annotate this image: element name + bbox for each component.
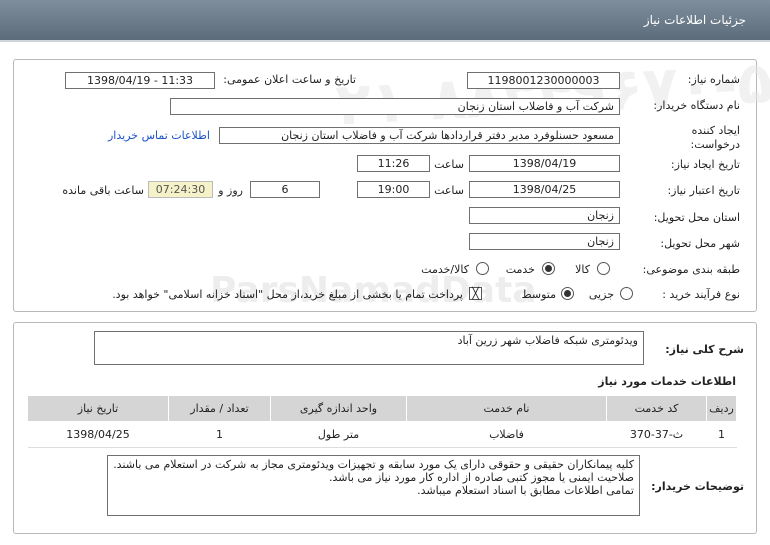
cell-service-code: ث-37-370 (606, 421, 707, 448)
remaining-time-label: ساعت باقی مانده (62, 184, 144, 197)
window-titlebar: جزئیات اطلاعات نیاز (0, 0, 770, 42)
window-title: جزئیات اطلاعات نیاز (643, 13, 746, 27)
col-service-code: کد خدمت (606, 395, 707, 422)
treasury-payment-note: پرداخت تمام یا بخشی از مبلغ خرید،از محل … (112, 288, 463, 301)
buyer-note-line-1: کلیه پیمانکاران حقیقی و حقوقی دارای یک م… (113, 458, 634, 471)
need-number-label: شماره نیاز: (687, 73, 740, 86)
valid-date-field: 1398/04/25 (469, 181, 620, 198)
treasury-payment-checkbox[interactable]: ╳ (469, 287, 482, 300)
buyer-note-line-2: صلاحیت ایمنی یا مجوز کتبی صادره از اداره… (328, 471, 634, 484)
days-label: روز و (218, 184, 243, 197)
province-field: زنجان (469, 207, 620, 224)
process-radio-medium[interactable] (561, 287, 574, 300)
announce-label: تاریخ و ساعت اعلان عمومی: (223, 73, 356, 86)
buyer-notes-box: کلیه پیمانکاران حقیقی و حقوقی دارای یک م… (107, 455, 640, 516)
contact-buyer-link[interactable]: اطلاعات تماس خریدار (108, 129, 210, 142)
summary-field: ویدئومتری شبکه فاضلاب شهر زرین آباد (94, 331, 644, 365)
category-label: طبقه بندی موضوعی: (642, 263, 740, 276)
services-heading: اطلاعات خدمات مورد نیاز (598, 375, 736, 388)
category-radio-goods-service[interactable] (476, 262, 489, 275)
cell-service-name: فاضلاب (406, 421, 607, 448)
city-field: زنجان (469, 233, 620, 250)
province-label: استان محل تحویل: (653, 211, 740, 224)
create-time-field: 11:26 (357, 155, 430, 172)
services-table-header: ردیف کد خدمت نام خدمت واحد اندازه گیری ت… (27, 395, 737, 422)
buyer-field: شرکت آب و فاضلاب استان زنجان (170, 98, 620, 115)
category-radio-service[interactable] (542, 262, 555, 275)
process-option-medium: متوسط (521, 288, 556, 301)
summary-label: شرح کلی نیاز: (665, 343, 744, 356)
cell-quantity: 1 (168, 421, 271, 448)
category-option-goods: کالا (575, 263, 590, 276)
buyer-label: نام دستگاه خریدار: (653, 99, 740, 112)
city-label: شهر محل تحویل: (660, 237, 740, 250)
remaining-days-field: 6 (250, 181, 320, 198)
services-table: ردیف کد خدمت نام خدمت واحد اندازه گیری ت… (27, 395, 737, 448)
buyer-notes-label: توضیحات خریدار: (651, 480, 744, 493)
buyer-note-line-3: تمامی اطلاعات مطابق با اسناد استعلام میب… (417, 484, 634, 497)
process-radio-minor[interactable] (620, 287, 633, 300)
valid-date-label: تاریخ اعتبار نیاز: (667, 184, 740, 197)
category-option-service: خدمت (505, 263, 535, 276)
creator-field: مسعود حسنلوفرد مدیر دفتر قراردادها شرکت … (219, 127, 620, 144)
announce-field: 1398/04/19 - 11:33 (65, 72, 215, 89)
valid-time-field: 19:00 (357, 181, 430, 198)
col-quantity: تعداد / مقدار (168, 395, 271, 422)
creator-label: ایجاد کننده درخواست: (690, 124, 740, 151)
col-row: ردیف (706, 395, 737, 422)
valid-hour-label: ساعت (434, 184, 464, 197)
process-option-minor: جزیی (588, 288, 614, 301)
category-option-goods-service: کالا/خدمت (421, 263, 469, 276)
col-need-date: تاریخ نیاز (27, 395, 169, 422)
need-number-field: 1198001230000003 (467, 72, 620, 89)
cell-unit: متر طول (270, 421, 407, 448)
remaining-time-field: 07:24:30 (148, 181, 213, 198)
col-unit: واحد اندازه گیری (270, 395, 407, 422)
col-service-name: نام خدمت (406, 395, 607, 422)
create-date-field: 1398/04/19 (469, 155, 620, 172)
create-hour-label: ساعت (434, 158, 464, 171)
table-row: 1 ث-37-370 فاضلاب متر طول 1 1398/04/25 (27, 421, 737, 448)
process-label: نوع فرآیند خرید : (662, 288, 740, 301)
cell-need-date: 1398/04/25 (27, 421, 169, 448)
category-radio-goods[interactable] (597, 262, 610, 275)
create-date-label: تاریخ ایجاد نیاز: (670, 158, 740, 171)
cell-row: 1 (706, 421, 737, 448)
